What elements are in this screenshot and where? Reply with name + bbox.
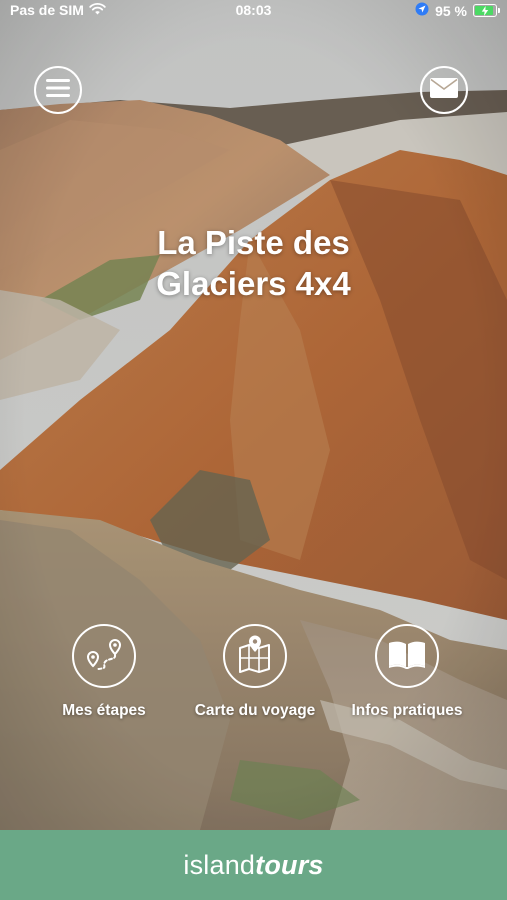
brand-part-1: island [183,849,256,880]
carte-du-voyage-label: Carte du voyage [194,702,316,719]
route-pins-icon [84,636,124,677]
map-pin-icon [235,634,275,679]
carte-du-voyage-button[interactable]: Carte du voyage [175,624,335,720]
status-bar: Pas de SIM 08:03 95 % [0,0,507,22]
open-book-icon [387,638,427,675]
infos-pratiques-button[interactable]: Infos pratiques [327,624,487,720]
page-title: La Piste des Glaciers 4x4 [0,222,507,304]
status-right: 95 % [415,2,500,19]
mes-etapes-icon-ring [72,624,136,688]
brand-logo: islandtours [183,850,323,881]
envelope-icon [430,77,458,103]
title-line-1: La Piste des [157,224,350,261]
mes-etapes-label: Mes étapes [62,702,146,719]
contact-mail-button[interactable] [420,66,468,114]
menu-button[interactable] [34,66,82,114]
hamburger-menu-icon [46,78,70,103]
infos-pratiques-label: Infos pratiques [351,702,463,719]
title-line-2: Glaciers 4x4 [156,265,351,302]
brand-footer: islandtours [0,830,507,900]
battery-icon [473,4,500,17]
carte-du-voyage-icon-ring [223,624,287,688]
location-icon [415,2,429,19]
infos-pratiques-icon-ring [375,624,439,688]
mes-etapes-button[interactable]: Mes étapes [24,624,184,720]
brand-part-2: tours [255,849,324,880]
battery-percent: 95 % [435,2,467,19]
